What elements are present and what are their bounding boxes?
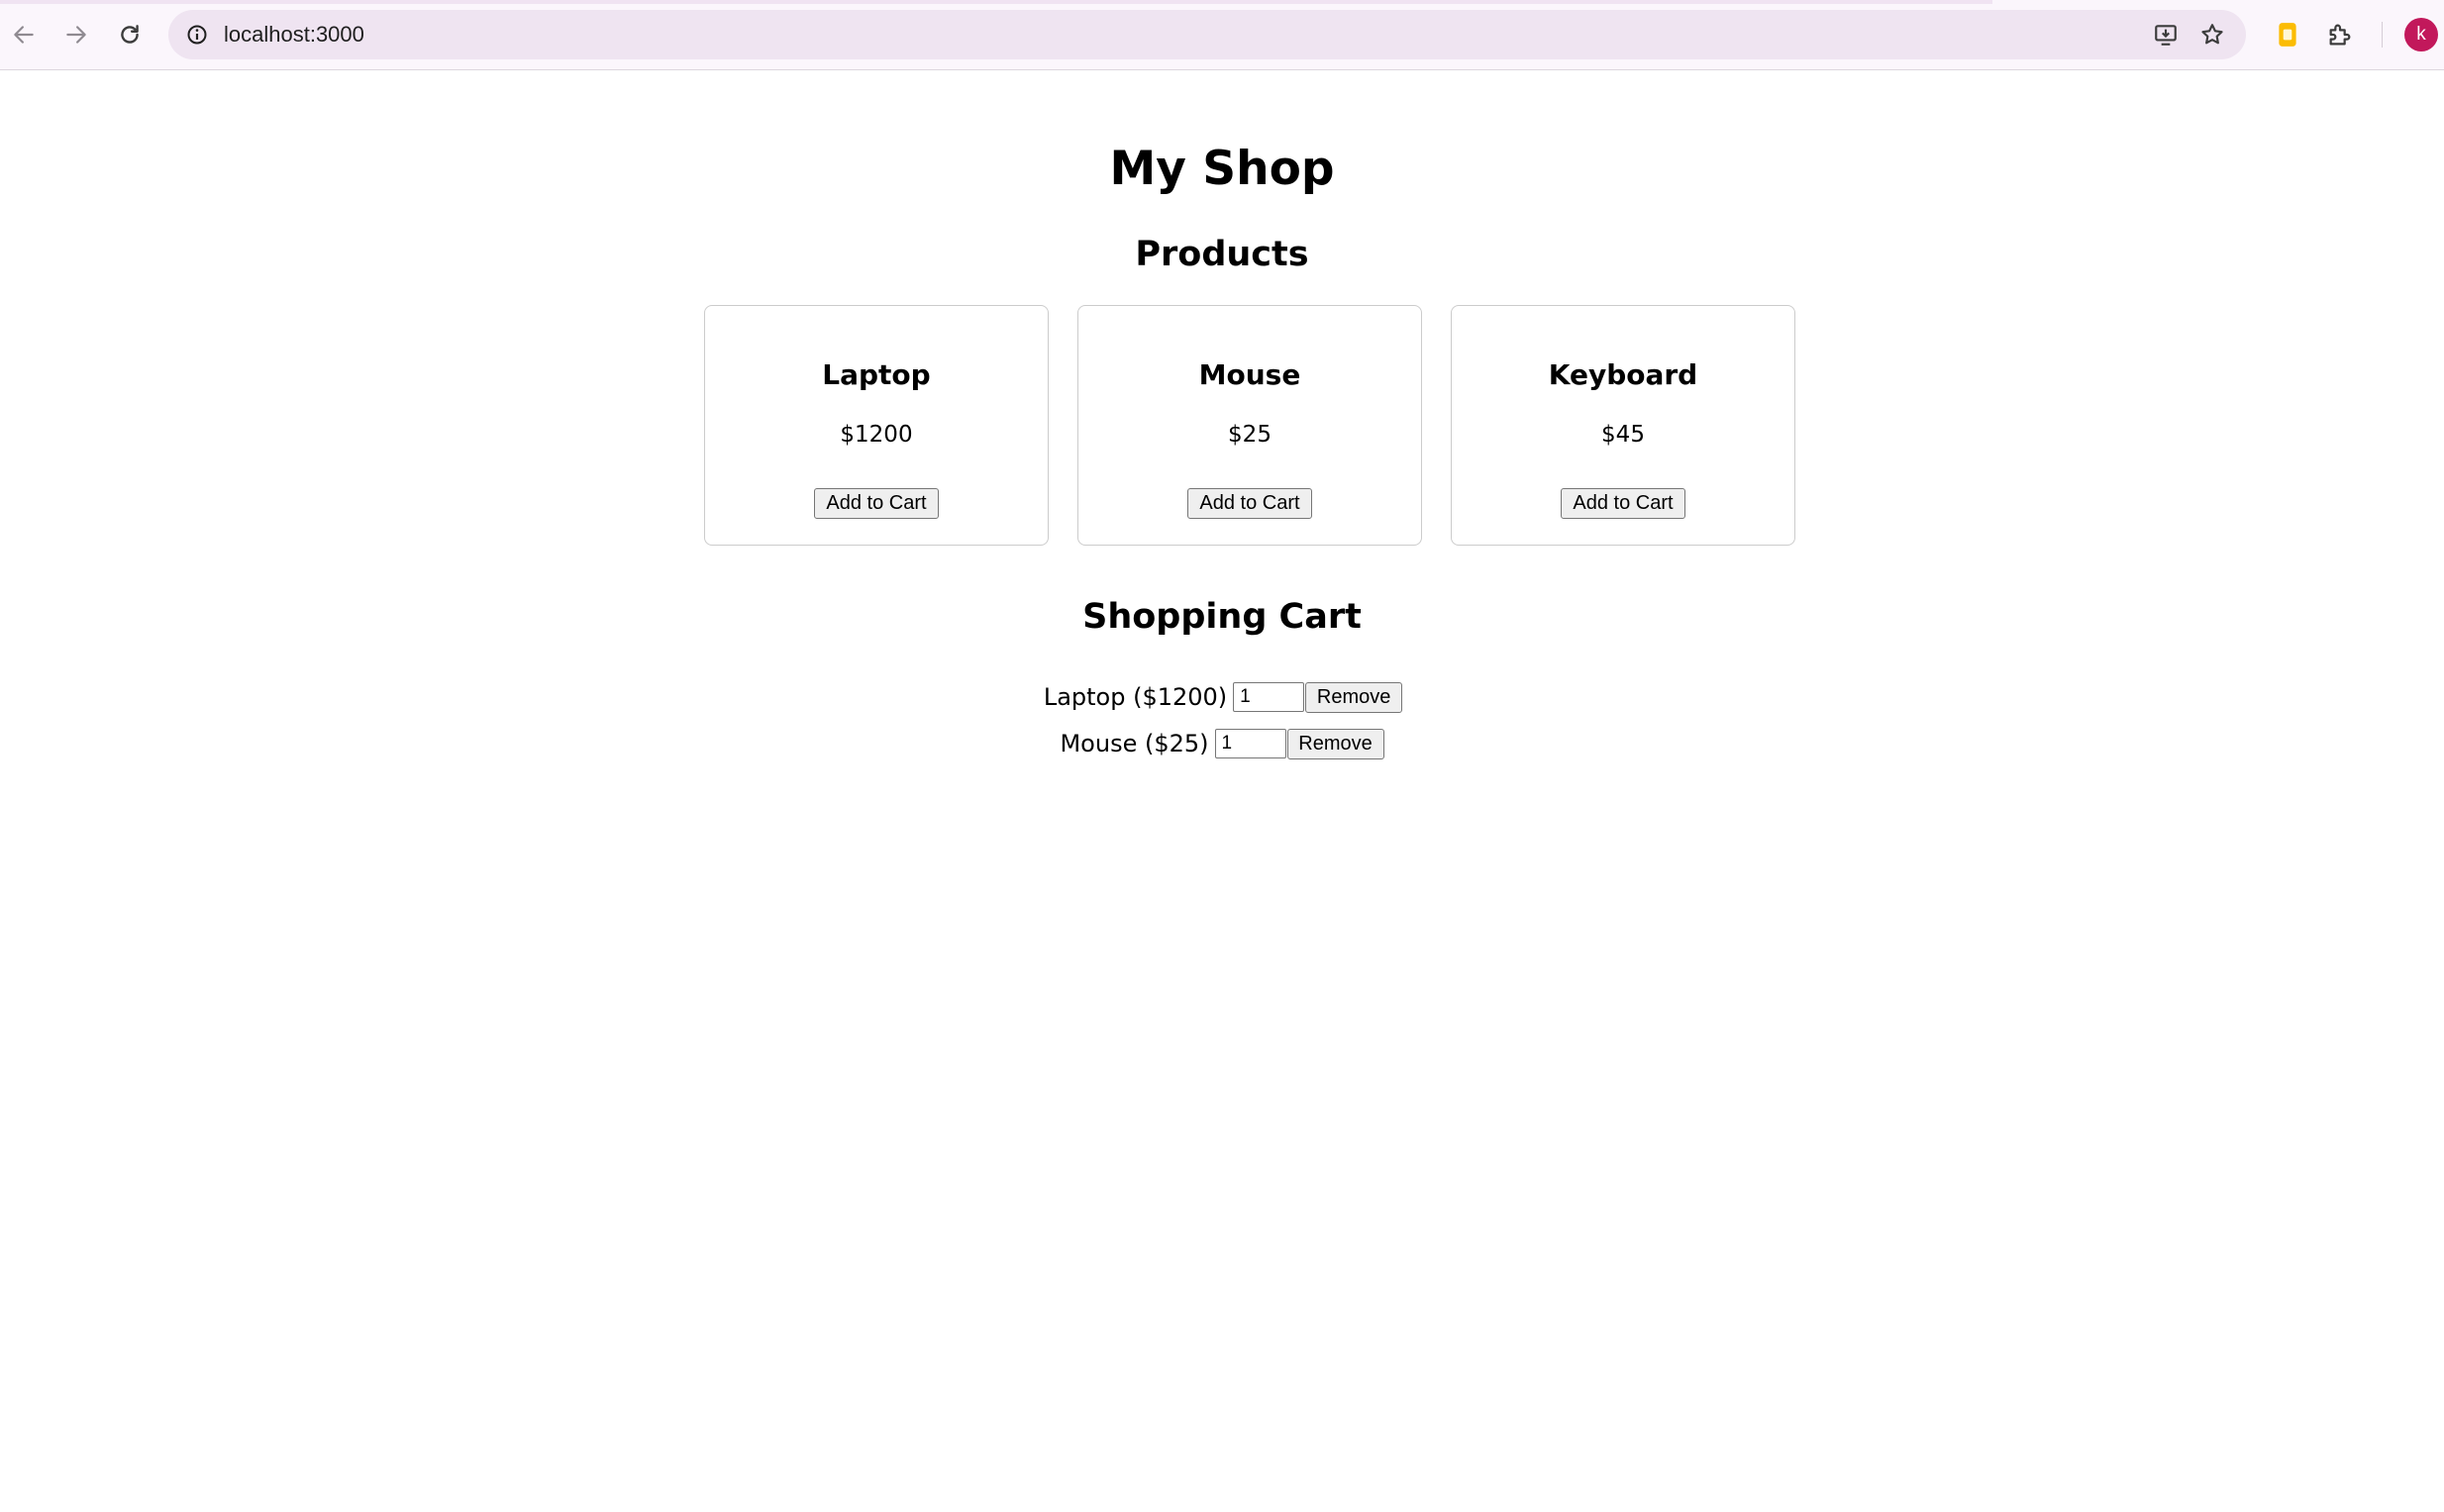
remove-button[interactable]: Remove <box>1286 728 1384 759</box>
product-name: Mouse <box>1198 358 1301 391</box>
product-card: Keyboard $45 Add to Cart <box>1451 305 1795 546</box>
product-price: $1200 <box>840 422 913 448</box>
bookmark-button[interactable] <box>2195 18 2229 51</box>
address-bar[interactable]: localhost:3000 <box>168 10 2246 59</box>
browser-toolbar: localhost:3000 k <box>0 0 2444 70</box>
product-list: Laptop $1200 Add to Cart Mouse $25 Add t… <box>704 305 1795 546</box>
page-load-progress <box>0 0 1992 4</box>
product-price: $25 <box>1228 422 1272 448</box>
page-title: My Shop <box>1109 142 1335 196</box>
note-extension-icon <box>2279 23 2296 47</box>
profile-avatar[interactable]: k <box>2404 18 2438 51</box>
quantity-input[interactable] <box>1214 729 1286 758</box>
cart-heading: Shopping Cart <box>1082 597 1362 637</box>
product-name: Laptop <box>822 358 931 391</box>
url-text[interactable]: localhost:3000 <box>224 10 364 59</box>
add-to-cart-button[interactable]: Add to Cart <box>814 488 939 519</box>
forward-arrow-icon <box>66 26 86 44</box>
extensions-menu-button[interactable] <box>2319 14 2361 55</box>
quantity-input[interactable] <box>1233 682 1305 712</box>
site-info-button[interactable] <box>180 18 214 51</box>
extension-puzzle-icon <box>2329 24 2351 46</box>
products-heading: Products <box>1135 235 1309 274</box>
install-app-button[interactable] <box>2149 18 2183 51</box>
add-to-cart-button[interactable]: Add to Cart <box>1187 488 1312 519</box>
bookmark-star-icon <box>2201 24 2223 45</box>
cart-item: Laptop ($1200) Remove <box>0 679 2444 715</box>
install-app-icon <box>2155 25 2177 46</box>
forward-button[interactable] <box>53 12 99 57</box>
extension-button[interactable] <box>2267 14 2308 55</box>
cart-item-label: Laptop ($1200) <box>1043 683 1228 711</box>
add-to-cart-button[interactable]: Add to Cart <box>1561 488 1685 519</box>
page-content: My Shop Products Laptop $1200 Add to Car… <box>0 70 2444 1512</box>
site-info-icon <box>187 25 207 45</box>
toolbar-divider <box>2382 22 2383 48</box>
cart-item-label: Mouse ($25) <box>1060 730 1209 757</box>
reload-icon <box>121 25 139 44</box>
remove-button[interactable]: Remove <box>1305 681 1403 713</box>
product-price: $45 <box>1601 422 1645 448</box>
product-card: Laptop $1200 Add to Cart <box>704 305 1049 546</box>
product-name: Keyboard <box>1548 358 1698 391</box>
product-card: Mouse $25 Add to Cart <box>1077 305 1422 546</box>
reload-button[interactable] <box>107 12 153 57</box>
cart-item: Mouse ($25) Remove <box>0 726 2444 761</box>
back-arrow-icon <box>14 26 34 44</box>
back-button[interactable] <box>1 12 47 57</box>
